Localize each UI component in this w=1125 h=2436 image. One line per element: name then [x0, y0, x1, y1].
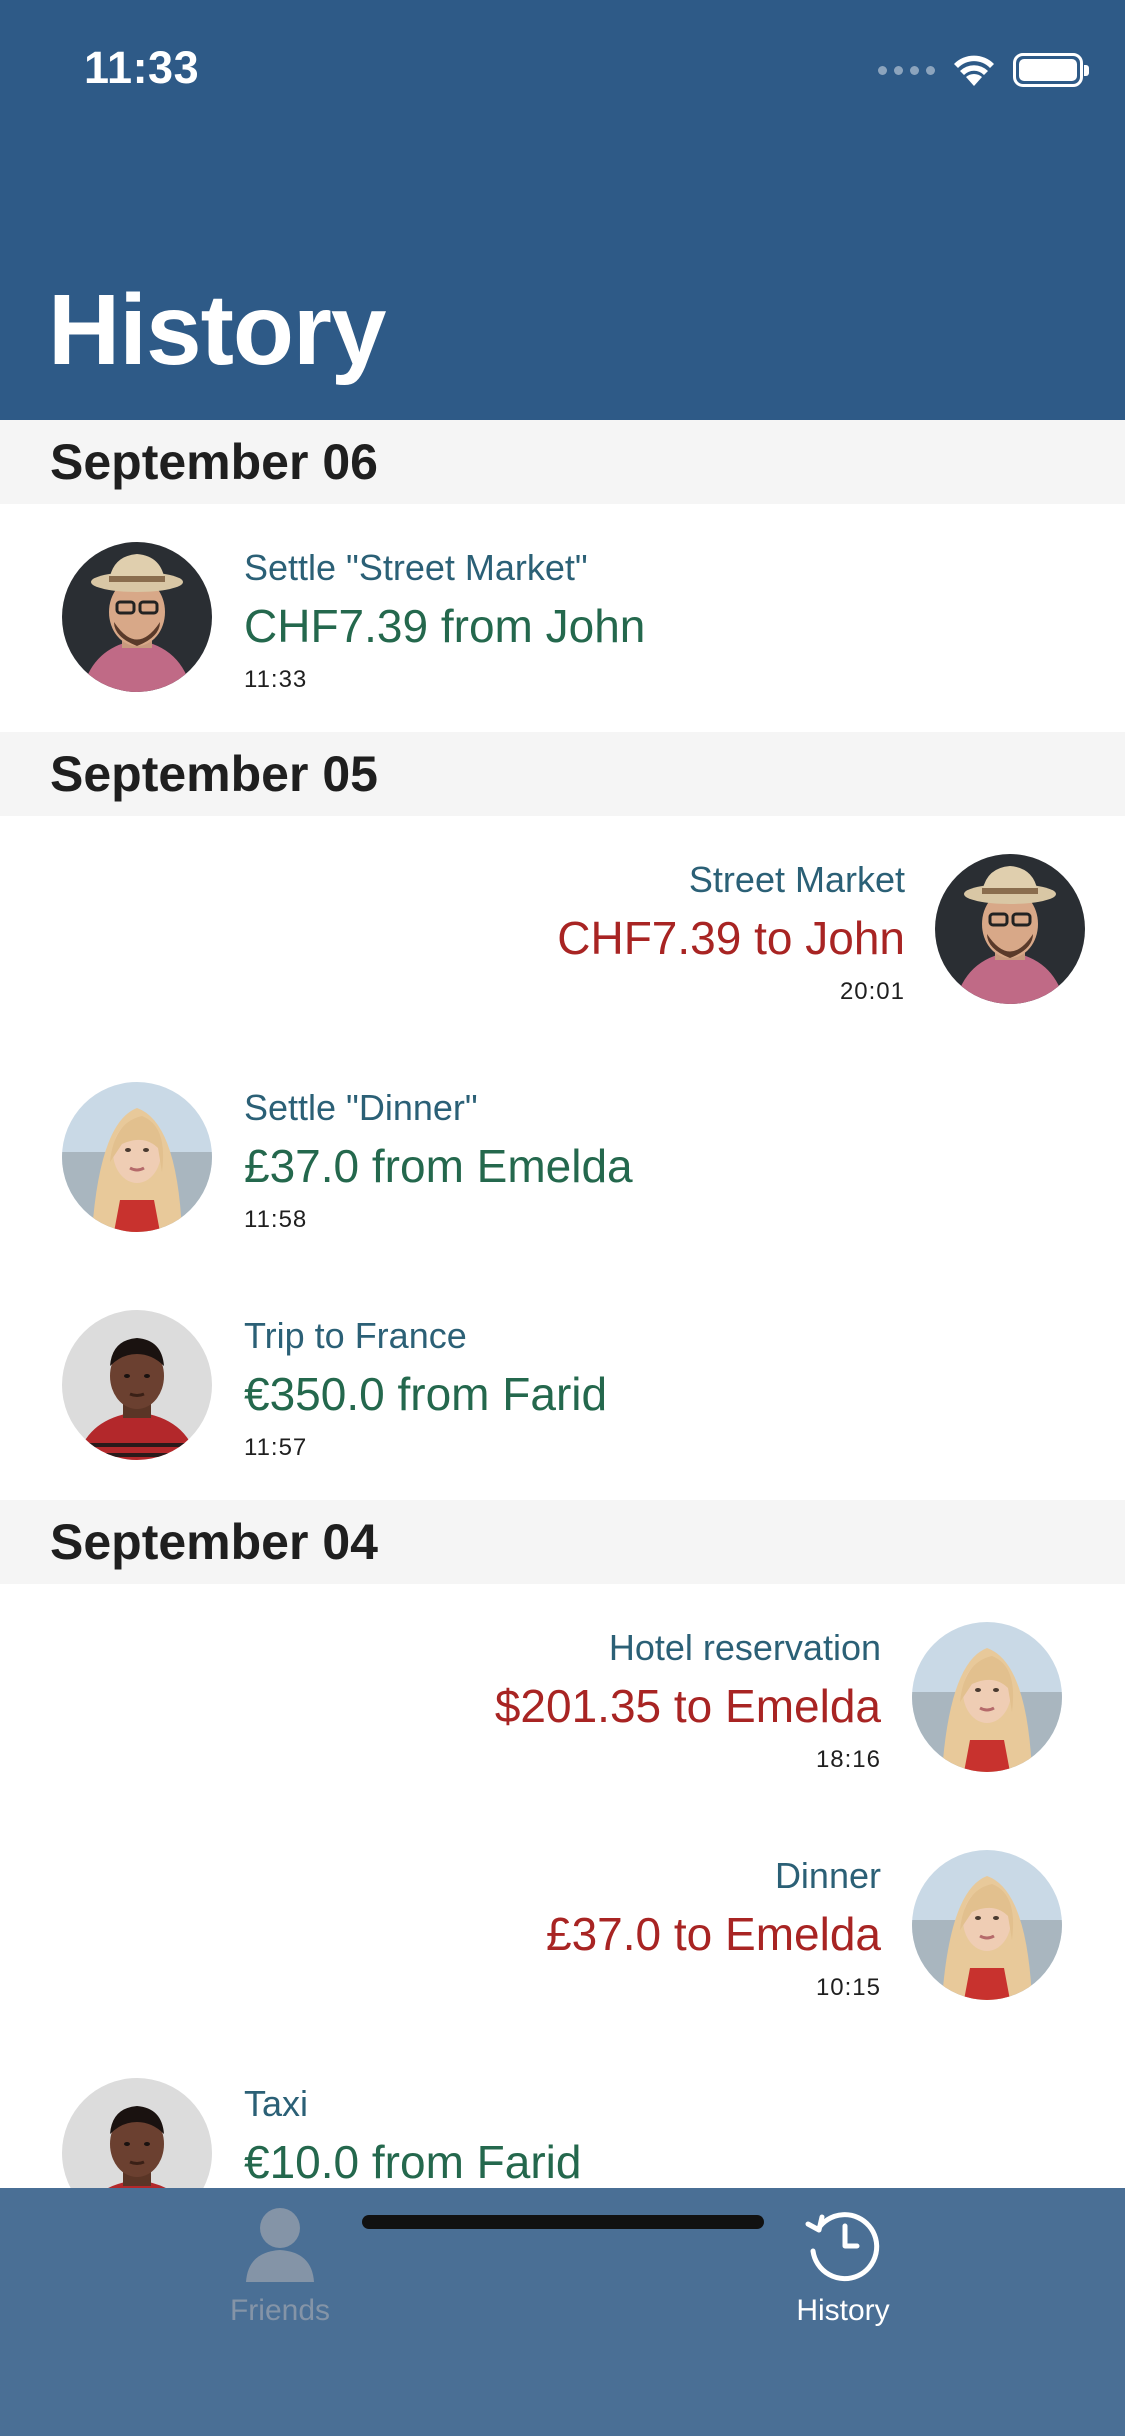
battery-icon	[1013, 53, 1089, 87]
transaction-amount: CHF7.39 to John	[557, 912, 905, 964]
list-item[interactable]: Settle "Dinner" £37.0 from Emelda 11:58	[0, 1044, 1125, 1272]
avatar-emelda	[912, 1850, 1062, 2000]
transaction-time: 11:57	[244, 1434, 308, 1461]
clock-history-icon	[805, 2212, 880, 2282]
avatar-john	[62, 542, 212, 692]
history-list[interactable]: September 06 Settle "Street Market" CHF7…	[0, 420, 1125, 2188]
avatar-emelda	[912, 1622, 1062, 1772]
transaction-amount: £37.0 to Emelda	[545, 1908, 881, 1960]
page-title: History	[48, 274, 387, 386]
transaction-title: Street Market	[688, 859, 905, 900]
tab-friends-label: Friends	[229, 2294, 331, 2327]
transaction-title: Hotel reservation	[608, 1627, 881, 1668]
transaction-amount: €10.0 from Farid	[244, 2136, 582, 2188]
transaction-amount: €350.0 from Farid	[244, 1368, 608, 1420]
list-item[interactable]: Dinner £37.0 to Emelda 10:15	[0, 1812, 1125, 2040]
avatar-john	[935, 854, 1085, 1004]
transaction-time: 10:15	[815, 1974, 881, 2001]
transaction-amount: $201.35 to Emelda	[494, 1680, 881, 1732]
list-item[interactable]: Settle "Street Market" CHF7.39 from John…	[0, 504, 1125, 732]
avatar-emelda	[62, 1082, 212, 1232]
person-icon	[246, 2208, 314, 2282]
transaction-title: Settle "Street Market"	[244, 547, 588, 588]
cellular-signal-icon	[878, 65, 935, 75]
transaction-title: Settle "Dinner"	[244, 1087, 478, 1128]
home-indicator	[362, 2215, 764, 2229]
list-item[interactable]: Hotel reservation $201.35 to Emelda 18:1…	[0, 1584, 1125, 1812]
transaction-amount: £37.0 from Emelda	[244, 1140, 633, 1192]
transaction-title: Dinner	[774, 1855, 881, 1896]
navigation-header: 11:33 History	[0, 0, 1125, 420]
status-bar-time: 11:33	[84, 42, 200, 93]
tab-history-label: History	[796, 2294, 890, 2327]
avatar-farid	[62, 2078, 212, 2188]
section-header-date: September 04	[0, 1500, 1125, 1584]
wifi-icon	[951, 52, 997, 88]
list-item[interactable]: Taxi €10.0 from Farid	[0, 2040, 1125, 2188]
list-item[interactable]: Trip to France €350.0 from Farid 11:57	[0, 1272, 1125, 1500]
avatar-farid	[62, 1310, 212, 1460]
section-header-date: September 06	[0, 420, 1125, 504]
status-bar-indicators	[878, 48, 1089, 92]
list-item[interactable]: Street Market CHF7.39 to John 20:01	[0, 816, 1125, 1044]
section-header-date: September 05	[0, 732, 1125, 816]
transaction-time: 20:01	[839, 978, 905, 1005]
transaction-time: 18:16	[815, 1746, 881, 1773]
transaction-time: 11:58	[244, 1206, 308, 1233]
transaction-title: Trip to France	[244, 1315, 467, 1356]
transaction-amount: CHF7.39 from John	[244, 600, 646, 652]
transaction-title: Taxi	[244, 2083, 309, 2124]
transaction-time: 11:33	[244, 666, 308, 693]
